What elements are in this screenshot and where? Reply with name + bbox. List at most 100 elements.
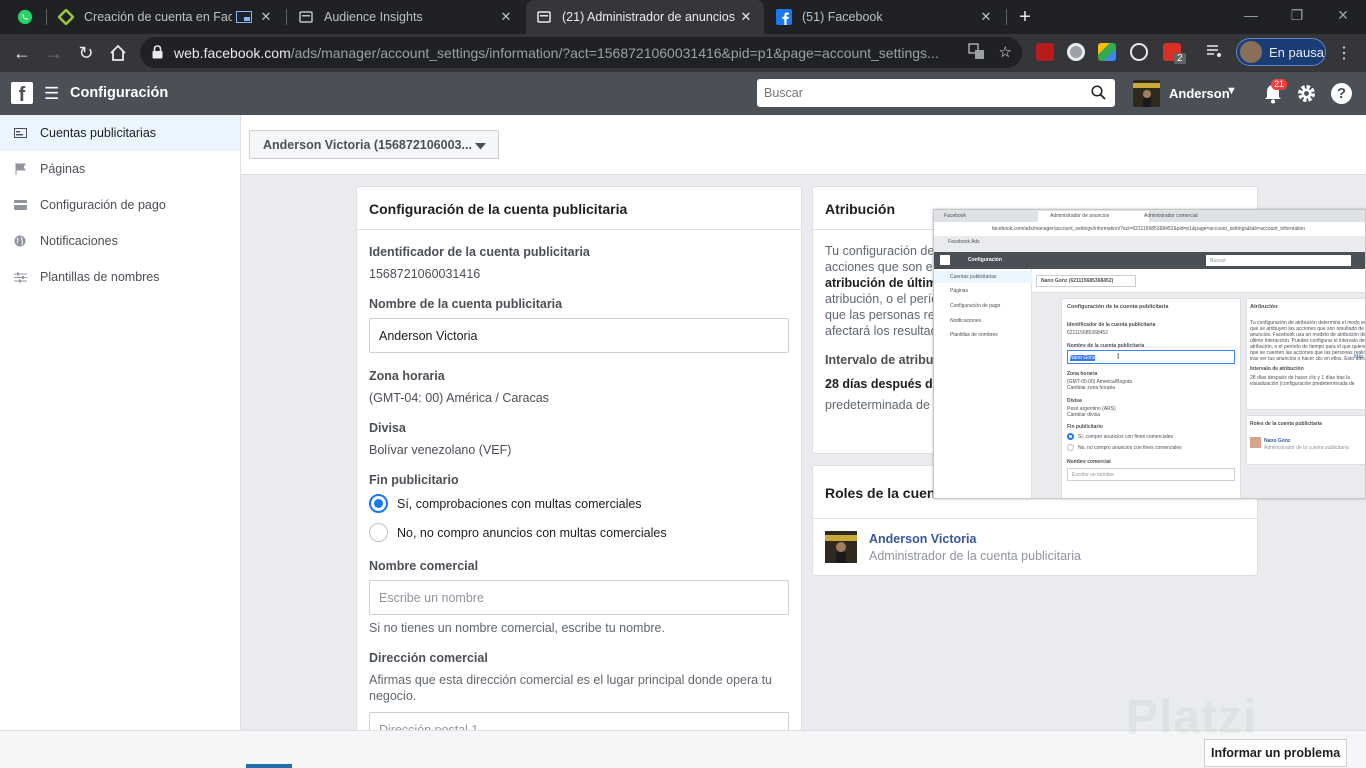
overlay-purpose-no: No, no compro anuncios con fines comerci… [1078,445,1182,451]
profile-button[interactable]: En pausa [1236,38,1326,66]
overlay-purpose-yes: Sí, compro anuncios con fines comerciale… [1078,434,1174,440]
radio-selected[interactable] [369,494,388,513]
search-input[interactable] [757,79,1077,107]
new-tab-button[interactable]: + [1014,6,1036,28]
minimize-icon[interactable]: — [1228,0,1274,34]
business-address-label: Dirección comercial [369,651,488,665]
account-name-label: Nombre de la cuenta publicitaria [369,297,563,311]
overlay-attr-text: Tu configuración de atribución determina… [1250,320,1366,360]
forward-icon[interactable]: → [42,41,66,65]
ad-account-selector[interactable]: Anderson Victoria (156872106003... [249,130,499,159]
media-control-icon[interactable] [1206,43,1222,64]
hamburger-menu-icon[interactable]: ☰ [44,84,59,104]
attribution-interval-value: 28 días después de [825,377,940,391]
trade-name-label: Nombre comercial [369,559,479,573]
member-role: Administrador de la cuenta publicitaria [869,549,1081,563]
menu-kebab-icon[interactable]: ⋮ [1336,43,1352,63]
overlay-sidebar-item: Notificaciones [950,318,982,324]
ad-account-icon [13,126,27,140]
sidebar-item-label: Notificaciones [40,234,118,248]
overlay-purpose-label: Fin publicitario [1067,424,1103,430]
close-icon[interactable]: ✕ [978,9,994,25]
attribution-text-line: Tu configuración de [825,244,935,258]
overlay-trade-label: Nombre comercial [1067,459,1111,465]
home-icon[interactable] [106,41,130,65]
attribution-interval-default: predeterminada de F [825,398,942,412]
overlay-radio-selected [1067,433,1074,440]
ad-purpose-label: Fin publicitario [369,473,459,487]
overlay-sidebar-item: Cuentas publicitarias [934,271,1032,283]
overlay-cur-label: Divisa [1067,398,1082,404]
picture-in-picture-icon[interactable] [236,9,252,25]
translate-icon[interactable] [968,43,985,64]
close-window-icon[interactable]: ✕ [1320,0,1366,34]
overlay-sidebar-item: Páginas [950,288,969,294]
keep-extension-icon[interactable] [1130,43,1148,61]
attribution-interval-label: Intervalo de atribuc [825,353,941,367]
pdf-extension-icon[interactable] [1036,43,1054,61]
sidebar-item-notifications[interactable]: Notificaciones [0,223,240,259]
tab-audience-insights[interactable]: Audience Insights ✕ [288,0,524,34]
globe-icon [13,234,27,248]
drive-extension-icon[interactable] [1098,43,1116,61]
tab-title: (21) Administrador de anuncios [562,10,736,24]
overlay-sidebar-item: Plantillas de nombres [950,332,998,338]
overlay-attr-more: Más [1354,354,1364,360]
sidebar-item-label: Plantillas de nombres [40,270,160,284]
bookmark-star-icon[interactable]: ☆ [999,43,1012,64]
address-bar[interactable]: web.facebook.com/ads/manager/account_set… [140,37,1022,68]
lock-icon [152,45,163,64]
chevron-down-icon[interactable]: ▼ [1226,85,1237,97]
overlay-trade-input: Escribe un nombre [1067,468,1235,481]
purpose-yes-option[interactable]: Sí, comprobaciones con multas comerciale… [369,494,642,513]
sidebar-item-name-templates[interactable]: Plantillas de nombres [0,259,240,295]
browser-toolbar: ← → ↻ web.facebook.com/ads/manager/accou… [0,34,1366,72]
close-icon[interactable]: ✕ [258,9,274,25]
back-icon[interactable]: ← [10,41,34,65]
sidebar-item-label: Cuentas publicitarias [40,126,157,140]
overlay-bookmark: Facebook Ads [948,239,980,245]
radio-unselected[interactable] [369,523,388,542]
overlay-app-title: Configuración [968,257,1002,263]
tab-platzi[interactable]: Creación de cuenta en Faceb ✕ [48,0,284,34]
overlay-sidebar-item: Configuración de pago [950,303,1001,309]
purpose-no-option[interactable]: No, no compro anuncios con multas comerc… [369,523,667,542]
browser-tab-strip: Creación de cuenta en Faceb ✕ Audience I… [0,0,1366,34]
close-icon[interactable]: ✕ [738,9,754,25]
overlay-name-value: Nano Gonz [1070,355,1096,361]
tab-whatsapp[interactable] [6,0,46,34]
trade-name-input[interactable] [369,580,789,615]
restore-icon[interactable]: ❐ [1274,0,1320,34]
sidebar-item-payment-settings[interactable]: Configuración de pago [0,187,240,223]
tab-ads-manager[interactable]: (21) Administrador de anuncios ✕ [526,0,764,34]
url-text: web.facebook.com/ads/manager/account_set… [174,45,939,61]
record-extension-icon[interactable] [1067,43,1085,61]
attribution-text-line: acciones que son el [825,260,936,274]
chevron-down-icon [475,139,486,153]
sidebar-item-pages[interactable]: Páginas [0,151,240,187]
search-icon[interactable] [1091,85,1106,105]
close-icon[interactable]: ✕ [498,9,514,25]
member-name-link[interactable]: Anderson Victoria [869,532,976,546]
help-icon[interactable]: ? [1331,83,1352,104]
overlay-roles-title: Roles de la cuenta publicitaria [1250,421,1322,427]
facebook-logo-icon[interactable]: f [11,82,33,104]
ad-account-selector-value: Anderson Victoria (156872106003... [263,137,472,152]
gear-icon[interactable] [1296,83,1317,109]
account-name-input[interactable] [369,318,789,353]
overlay-tab: Facebook [944,213,966,219]
overlay-interval-value: 28 días después de hacer clic y 1 días t… [1250,375,1355,387]
sidebar-item-label: Páginas [40,162,86,176]
url-host: web.facebook.com [174,45,291,61]
reload-icon[interactable]: ↻ [74,41,98,65]
tab-facebook[interactable]: (51) Facebook ✕ [766,0,1004,34]
sidebar-item-ad-accounts[interactable]: Cuentas publicitarias [0,115,240,151]
timezone-value: (GMT-04: 00) América / Caracas [369,391,549,405]
overlay-search: Buscar [1206,255,1351,266]
account-id-value: 1568721060031416 [369,267,481,281]
overlay-id-label: Identificador de la cuenta publicitaria [1067,322,1156,328]
user-avatar[interactable] [1133,80,1160,107]
window-controls: — ❐ ✕ [1228,0,1366,34]
user-name[interactable]: Anderson [1169,86,1230,101]
account-bar: Anderson Victoria (156872106003... [241,115,1366,175]
